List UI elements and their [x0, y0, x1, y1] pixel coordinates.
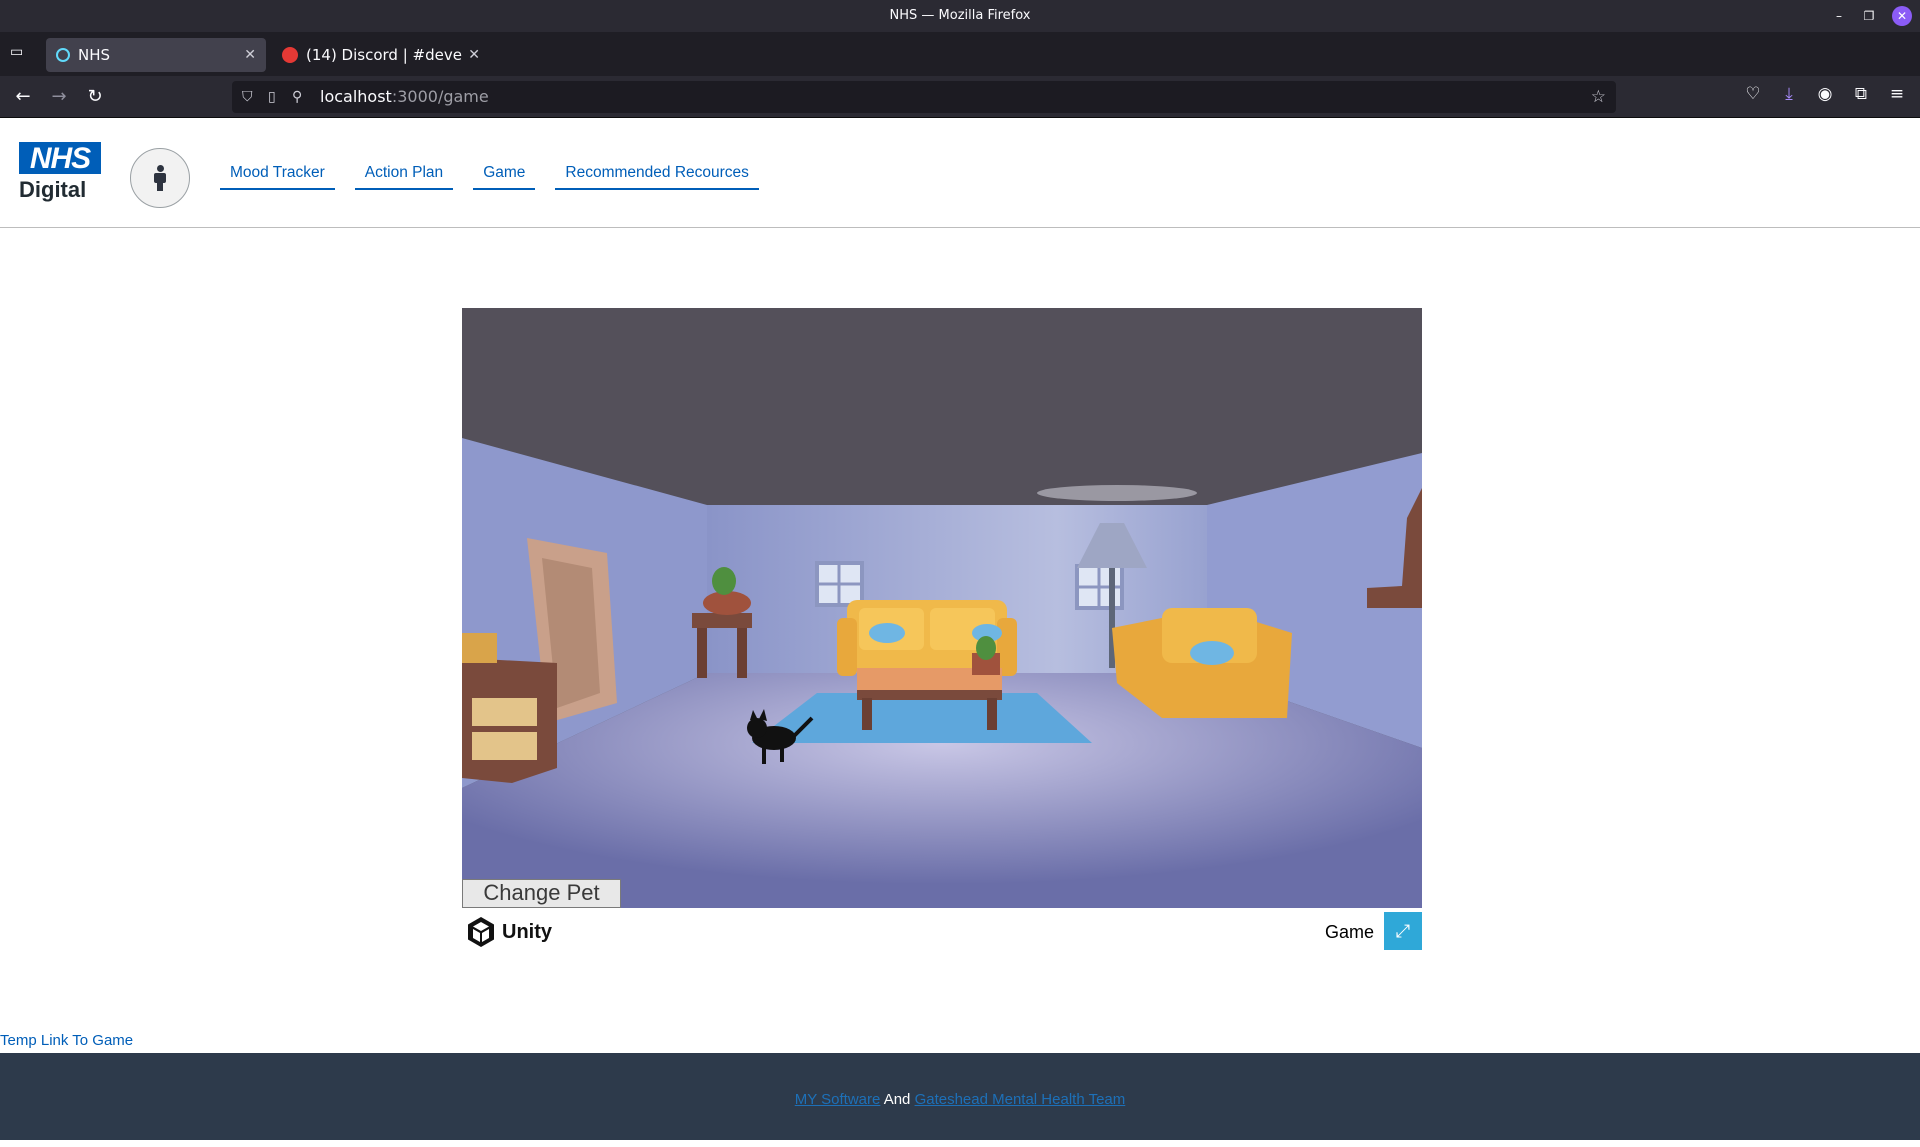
footer-joiner: And — [883, 1091, 911, 1108]
address-bar[interactable]: ⛉ ▯ ⚲ localhost:3000/game ☆ — [232, 81, 1616, 113]
page-icon: ▯ — [268, 89, 276, 105]
fullscreen-button[interactable]: ⤢ — [1384, 912, 1422, 950]
site-footer: MY Software And Gateshead Mental Health … — [0, 1053, 1920, 1140]
logo-nhs-text: NHS — [19, 142, 101, 175]
game-title: Game — [1324, 922, 1374, 942]
window-title: NHS — Mozilla Firefox — [889, 8, 1031, 23]
close-tab-icon[interactable]: ✕ — [244, 47, 256, 63]
footer-link-my-software[interactable]: MY Software — [795, 1091, 881, 1108]
navigation-toolbar: ← → ↻ ⛉ ▯ ⚲ localhost:3000/game ☆ ♡ ⤓ ◉ … — [0, 76, 1920, 118]
accessibility-person-icon — [152, 165, 168, 191]
tab-discord[interactable]: (14) Discord | #develop ✕ — [272, 38, 490, 72]
nav-action-plan[interactable]: Action Plan — [354, 164, 454, 190]
site-header: NHS Digital Mood Tracker Action Plan Gam… — [0, 118, 1920, 228]
minimize-icon[interactable]: – — [1832, 0, 1846, 32]
url-host: localhost — [320, 87, 392, 106]
extensions-icon[interactable]: ⧉ — [1852, 84, 1870, 104]
tab-list-icon[interactable]: ▭ — [10, 44, 28, 62]
react-icon — [56, 48, 70, 62]
discord-icon — [282, 47, 298, 63]
pocket-icon[interactable]: ♡ — [1744, 84, 1762, 104]
tab-title: (14) Discord | #develop — [306, 46, 462, 64]
bookmark-star-icon[interactable]: ☆ — [1591, 81, 1606, 113]
footer-link-gateshead[interactable]: Gateshead Mental Health Team — [915, 1091, 1126, 1108]
shield-icon[interactable]: ⛉ — [242, 81, 253, 113]
tab-nhs[interactable]: NHS ✕ — [46, 38, 266, 72]
back-icon[interactable]: ← — [12, 86, 34, 107]
unity-cube-icon — [468, 917, 494, 947]
restore-icon[interactable]: ❐ — [1862, 0, 1876, 32]
close-window-icon[interactable]: ✕ — [1892, 6, 1912, 26]
window-controls: – ❐ ✕ — [1832, 0, 1912, 32]
url-path: :3000/game — [391, 87, 489, 106]
unity-logo: Unity — [466, 916, 552, 948]
nav-mood-tracker[interactable]: Mood Tracker — [220, 164, 335, 190]
close-tab-icon[interactable]: ✕ — [468, 47, 480, 63]
unity-wordmark: Unity — [502, 920, 552, 943]
change-pet-button[interactable]: Change Pet — [462, 879, 621, 908]
permissions-icon[interactable]: ⚲ — [292, 81, 302, 113]
fullscreen-icon: ⤢ — [1395, 920, 1411, 942]
download-icon[interactable]: ⤓ — [1780, 84, 1798, 104]
game-canvas[interactable] — [462, 308, 1422, 908]
window-titlebar: NHS — Mozilla Firefox – ❐ ✕ — [0, 0, 1920, 32]
temp-link-to-game[interactable]: Temp Link To Game — [0, 1032, 133, 1049]
nhs-digital-logo[interactable]: NHS Digital — [19, 142, 101, 203]
tab-strip: ▭ NHS ✕ (14) Discord | #develop ✕ + ⌄ — [0, 32, 1920, 96]
menu-icon[interactable]: ≡ — [1888, 84, 1906, 104]
accessibility-button[interactable] — [130, 148, 190, 208]
main-nav: Mood Tracker Action Plan Game Recommende… — [220, 164, 779, 190]
unity-footer: Unity Game ⤢ — [462, 910, 1422, 954]
nav-recommended-resources[interactable]: Recommended Recources — [555, 164, 759, 190]
toolbar-icons: ♡ ⤓ ◉ ⧉ ≡ — [1744, 84, 1906, 104]
tab-title: NHS — [78, 46, 111, 64]
living-room-scene — [462, 308, 1422, 908]
nav-game[interactable]: Game — [473, 164, 536, 190]
reload-icon[interactable]: ↻ — [84, 86, 106, 107]
logo-digital-text: Digital — [19, 177, 87, 202]
account-icon[interactable]: ◉ — [1816, 84, 1834, 104]
forward-icon[interactable]: → — [48, 86, 70, 107]
